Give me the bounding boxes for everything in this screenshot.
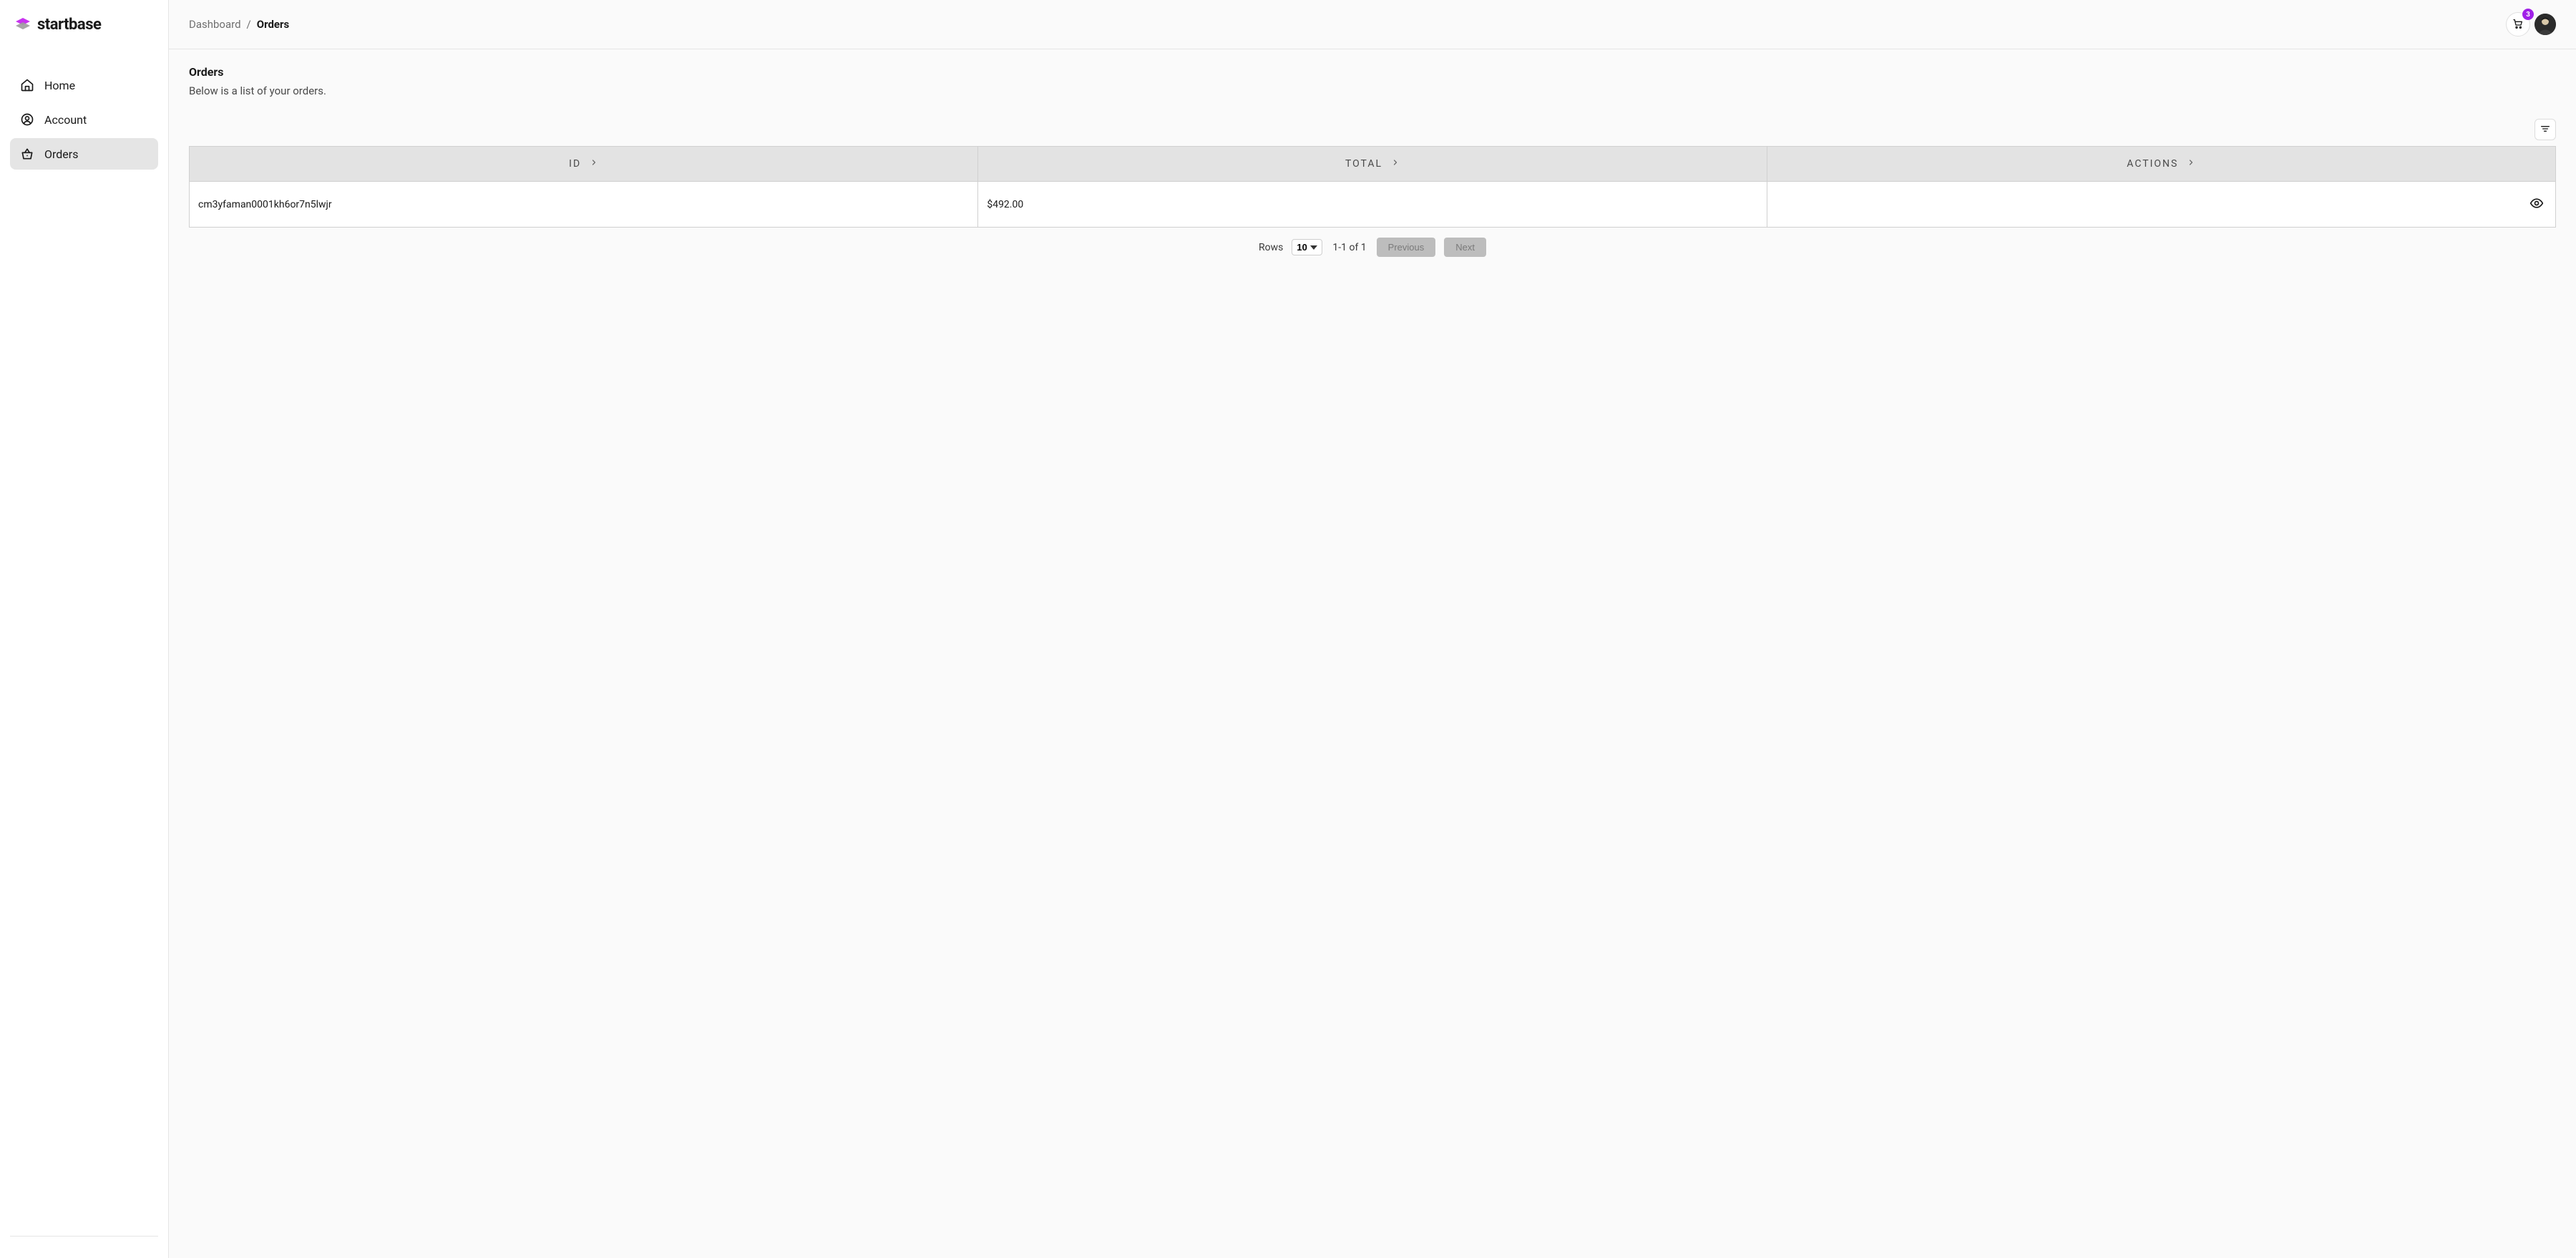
sidebar-nav: Home Account bbox=[0, 49, 168, 1236]
topbar-right: 3 bbox=[2506, 12, 2556, 36]
sidebar-item-account[interactable]: Account bbox=[10, 104, 158, 135]
page-title: Orders bbox=[189, 65, 2556, 79]
chevron-right-icon bbox=[2187, 158, 2195, 170]
cart-badge: 3 bbox=[2522, 9, 2534, 20]
sidebar-item-orders[interactable]: Orders bbox=[10, 138, 158, 170]
rows-label: Rows bbox=[1259, 242, 1283, 253]
logo-icon bbox=[14, 16, 31, 34]
filter-icon bbox=[2540, 123, 2551, 137]
rows-select[interactable]: 10 bbox=[1292, 239, 1322, 255]
cell-total: $492.00 bbox=[978, 182, 1767, 228]
main-area: Dashboard / Orders 3 bbox=[169, 0, 2576, 1258]
avatar[interactable] bbox=[2534, 14, 2556, 35]
brand-name: startbase bbox=[37, 16, 101, 34]
sidebar-item-label: Account bbox=[44, 113, 87, 127]
column-label: TOTAL bbox=[1345, 158, 1382, 170]
orders-table: ID TOTAL bbox=[189, 146, 2556, 228]
column-label: ACTIONS bbox=[2127, 158, 2178, 170]
basket-icon bbox=[20, 147, 34, 161]
chevron-right-icon bbox=[1391, 158, 1400, 170]
chevron-right-icon bbox=[590, 158, 598, 170]
cell-id: cm3yfaman0001kh6or7n5lwjr bbox=[190, 182, 978, 228]
sidebar-divider bbox=[10, 1236, 158, 1237]
breadcrumb-current: Orders bbox=[257, 18, 289, 31]
pagination-range: 1-1 of 1 bbox=[1331, 242, 1367, 253]
breadcrumb-parent[interactable]: Dashboard bbox=[189, 18, 241, 31]
breadcrumb-separator: / bbox=[247, 18, 251, 31]
brand-logo[interactable]: startbase bbox=[0, 0, 168, 49]
sidebar: startbase Home bbox=[0, 0, 169, 1258]
topbar: Dashboard / Orders 3 bbox=[169, 0, 2576, 49]
page-subtitle: Below is a list of your orders. bbox=[189, 84, 2556, 97]
content: Orders Below is a list of your orders. bbox=[169, 49, 2576, 273]
cell-actions bbox=[1767, 182, 2555, 228]
breadcrumb: Dashboard / Orders bbox=[189, 18, 289, 31]
sidebar-item-label: Orders bbox=[44, 147, 78, 161]
cart-icon bbox=[2512, 18, 2524, 31]
table-row: cm3yfaman0001kh6or7n5lwjr $492.00 bbox=[190, 182, 2556, 228]
sidebar-item-home[interactable]: Home bbox=[10, 69, 158, 101]
eye-icon bbox=[2529, 196, 2544, 213]
column-header-actions[interactable]: ACTIONS bbox=[1767, 147, 2555, 182]
filter-button[interactable] bbox=[2534, 119, 2556, 140]
next-button[interactable]: Next bbox=[1444, 238, 1486, 257]
view-button[interactable] bbox=[2527, 193, 2547, 215]
account-icon bbox=[20, 112, 34, 127]
table-toolbar bbox=[189, 119, 2556, 140]
home-icon bbox=[20, 78, 34, 92]
column-label: ID bbox=[569, 158, 581, 170]
pagination: Rows 10 1-1 of 1 Previous Next bbox=[189, 238, 2556, 257]
column-header-total[interactable]: TOTAL bbox=[978, 147, 1767, 182]
cart-button[interactable]: 3 bbox=[2506, 12, 2530, 36]
previous-button[interactable]: Previous bbox=[1377, 238, 1436, 257]
sidebar-item-label: Home bbox=[44, 79, 75, 92]
column-header-id[interactable]: ID bbox=[190, 147, 978, 182]
